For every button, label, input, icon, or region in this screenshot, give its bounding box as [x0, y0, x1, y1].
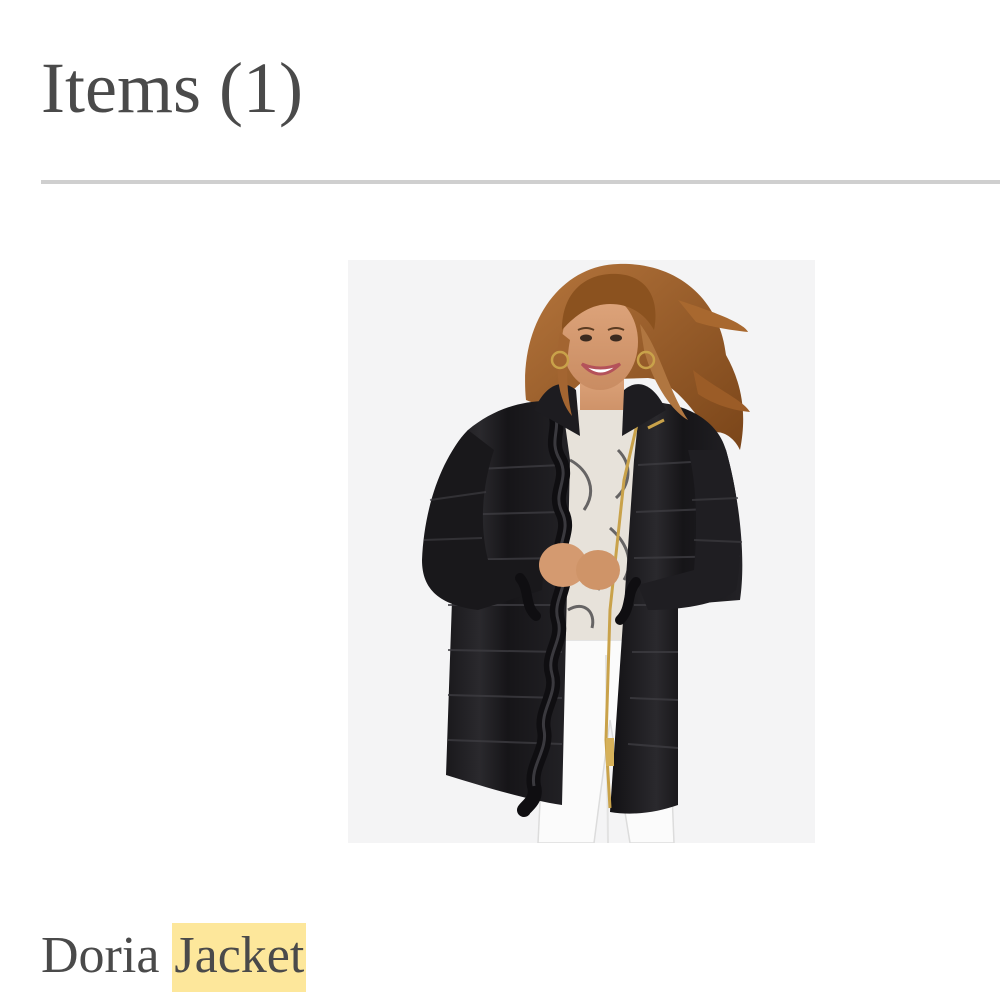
- product-card: Doria Jacket: [0, 260, 1000, 1000]
- divider: [41, 180, 1000, 184]
- product-image[interactable]: [348, 260, 815, 843]
- product-name-text: Doria: [41, 927, 160, 984]
- product-title-link[interactable]: Doria Jacket: [41, 923, 307, 992]
- page-title: Items (1): [41, 48, 303, 128]
- search-highlight: Jacket: [172, 923, 307, 992]
